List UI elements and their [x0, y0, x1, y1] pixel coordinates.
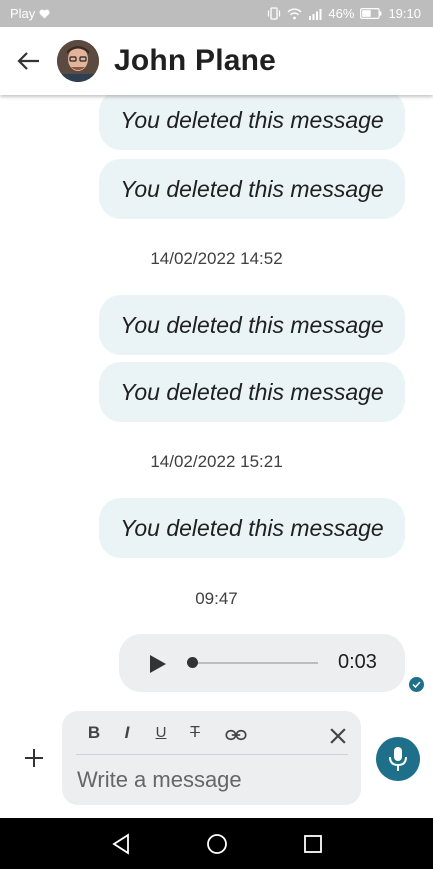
deleted-message-bubble[interactable]: You deleted this message [99, 95, 405, 150]
message-timestamp: 14/02/2022 15:21 [150, 452, 283, 471]
chat-header: John Plane [0, 27, 433, 95]
message-composer: B I U T [62, 711, 361, 805]
deleted-message-text: You deleted this message [120, 311, 384, 338]
carrier-label: Play [10, 6, 36, 21]
status-left: Play [10, 6, 50, 21]
message-list[interactable]: You deleted this message You deleted thi… [0, 95, 433, 705]
signal-icon [309, 8, 322, 20]
nav-back-icon[interactable] [109, 832, 133, 856]
back-arrow-icon[interactable] [16, 49, 42, 73]
wifi-icon [287, 8, 302, 19]
close-formatting-icon[interactable] [327, 725, 349, 747]
deleted-message-bubble[interactable]: You deleted this message [99, 498, 405, 558]
audio-progress-track[interactable] [187, 662, 318, 664]
deleted-message-text: You deleted this message [120, 378, 384, 405]
audio-progress-knob[interactable] [187, 657, 198, 668]
deleted-message-bubble[interactable]: You deleted this message [99, 295, 405, 355]
vibrate-icon [268, 7, 281, 20]
audio-message-bubble[interactable]: 0:03 [119, 634, 405, 692]
message-timestamp: 14/02/2022 14:52 [150, 249, 283, 268]
voice-record-button[interactable] [376, 737, 420, 781]
system-navigation-bar [0, 818, 433, 869]
deleted-message-text: You deleted this message [120, 106, 384, 133]
status-right: 46% 19:10 [267, 6, 421, 21]
message-input[interactable] [77, 764, 347, 796]
composer-divider [76, 754, 348, 755]
add-attachment-icon[interactable] [22, 746, 46, 770]
play-icon[interactable] [149, 654, 167, 674]
underline-button[interactable]: U [150, 722, 172, 744]
deleted-message-bubble[interactable]: You deleted this message [99, 159, 405, 219]
italic-button[interactable]: I [116, 722, 138, 744]
status-time: 19:10 [388, 6, 421, 21]
read-receipt-icon [409, 677, 424, 692]
avatar[interactable] [57, 40, 99, 82]
avatar-image [57, 40, 99, 82]
battery-icon [360, 8, 382, 19]
deleted-message-bubble[interactable]: You deleted this message [99, 362, 405, 422]
message-timestamp: 09:47 [195, 589, 238, 608]
microphone-icon [389, 747, 407, 771]
bold-button[interactable]: B [83, 722, 105, 744]
status-bar: Play 46% 19:10 [0, 0, 433, 27]
audio-duration: 0:03 [338, 651, 377, 673]
heart-icon [39, 9, 50, 18]
nav-recents-icon[interactable] [301, 832, 325, 856]
nav-home-icon[interactable] [205, 832, 229, 856]
link-icon[interactable] [225, 724, 247, 746]
contact-name[interactable]: John Plane [114, 44, 276, 78]
strikethrough-button[interactable]: T [184, 722, 206, 744]
battery-percent: 46% [328, 6, 355, 21]
deleted-message-text: You deleted this message [120, 175, 384, 202]
deleted-message-text: You deleted this message [120, 514, 384, 541]
